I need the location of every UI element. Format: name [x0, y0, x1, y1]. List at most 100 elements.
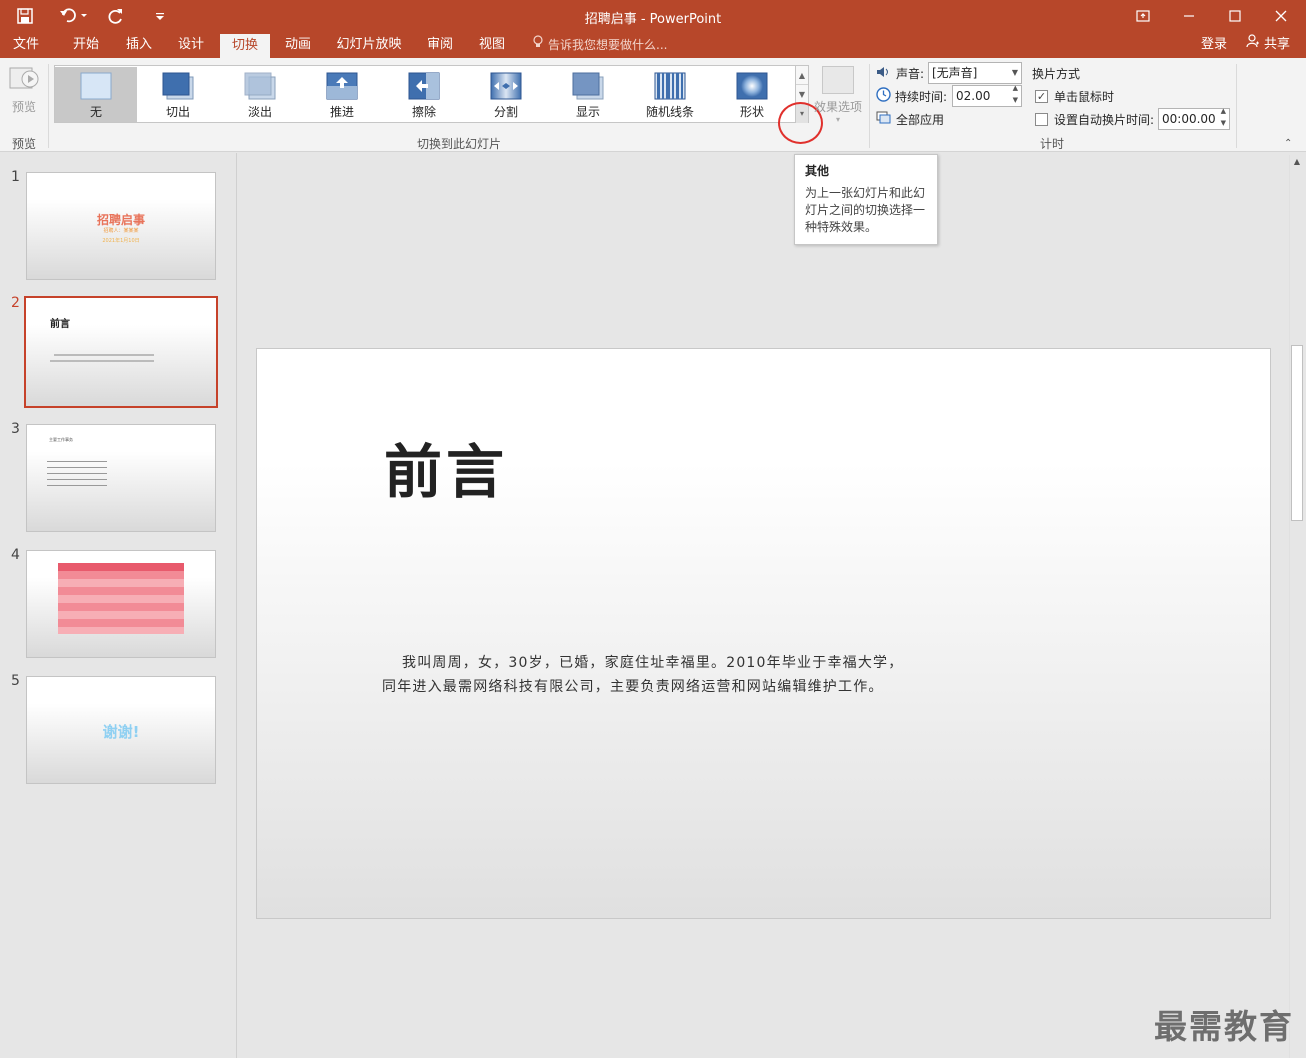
- transition-shape-icon: [736, 72, 768, 100]
- tab-animations[interactable]: 动画: [276, 32, 320, 58]
- tooltip-title: 其他: [805, 164, 830, 178]
- tab-insert[interactable]: 插入: [116, 32, 162, 58]
- thumb-text-line: [54, 354, 154, 356]
- redo-icon[interactable]: [104, 0, 128, 32]
- scroll-thumb[interactable]: [1291, 345, 1303, 521]
- slide-number: 2: [11, 295, 20, 311]
- auto-advance-time-input[interactable]: 00:00.00 ▲ ▼: [1158, 105, 1230, 130]
- auto-advance-checkbox[interactable]: 设置自动换片时间:: [1035, 110, 1154, 128]
- close-icon[interactable]: [1258, 0, 1304, 32]
- sound-label-row: 声音:: [876, 64, 924, 82]
- maximize-icon[interactable]: [1212, 0, 1258, 32]
- collapse-ribbon-icon[interactable]: ⌃: [1284, 138, 1292, 149]
- duration-value: 02.00: [956, 89, 991, 103]
- transition-fade-icon: [244, 72, 276, 100]
- duration-input[interactable]: 02.00 ▲ ▼: [952, 82, 1022, 107]
- on-click-label: 单击鼠标时: [1054, 89, 1115, 104]
- group-timing-label: 计时: [1039, 137, 1064, 151]
- group-transition-label: 切换到此幻灯片: [416, 137, 501, 151]
- transition-fade-label: 淡出: [247, 105, 272, 119]
- slide-thumbnail-4[interactable]: [26, 550, 216, 658]
- gallery-scroll-up-icon[interactable]: ▲: [796, 66, 808, 85]
- slide-body[interactable]: 我叫周周，女，30岁，已婚，家庭住址幸福里。2010年毕业于幸福大学， 同年进入…: [382, 651, 1022, 699]
- transition-push[interactable]: 推进: [301, 67, 383, 122]
- advance-title: 换片方式: [1032, 66, 1081, 81]
- undo-icon[interactable]: [56, 0, 90, 32]
- signin-link[interactable]: 登录: [1196, 32, 1232, 58]
- auto-advance-time-value: 00:00.00: [1162, 112, 1216, 126]
- slide-number: 3: [11, 421, 20, 437]
- transition-wipe[interactable]: 擦除: [383, 67, 465, 122]
- spinner-icon[interactable]: ▲ ▼: [1221, 105, 1226, 129]
- watermark: 最需教育: [1154, 1007, 1294, 1046]
- slide-canvas[interactable]: 前言 我叫周周，女，30岁，已婚，家庭住址幸福里。2010年毕业于幸福大学， 同…: [256, 348, 1271, 919]
- effect-options-icon: [822, 66, 854, 94]
- slide-title[interactable]: 前言: [384, 425, 508, 509]
- tab-file[interactable]: 文件: [4, 32, 48, 58]
- spinner-icon[interactable]: ▲ ▼: [1013, 82, 1018, 106]
- separator: [48, 64, 49, 148]
- speaker-icon: [876, 65, 892, 82]
- transition-cut-icon: [162, 72, 194, 100]
- transition-split-icon: [490, 72, 522, 100]
- lightbulb-icon: [532, 32, 544, 58]
- vertical-scrollbar[interactable]: ▲: [1289, 155, 1304, 1058]
- preview-button[interactable]: 预览: [6, 64, 42, 120]
- slide-thumbnail-5[interactable]: 谢谢!: [26, 676, 216, 784]
- tab-review[interactable]: 审阅: [418, 32, 462, 58]
- duration-label-row: 持续时间:: [876, 87, 947, 105]
- minimize-icon[interactable]: [1166, 0, 1212, 32]
- transition-none[interactable]: 无: [55, 67, 137, 122]
- chevron-down-icon: ▼: [1011, 68, 1018, 77]
- transition-none-icon: [80, 72, 112, 100]
- tab-view[interactable]: 视图: [470, 32, 514, 58]
- slide-thumbnail-1[interactable]: 招聘启事 招聘人：某某某 2021年1月10日: [26, 172, 216, 280]
- transition-reveal-icon: [572, 72, 604, 100]
- transition-push-icon: [326, 72, 358, 100]
- slide-body-line: 同年进入最需网络科技有限公司，主要负责网络运营和网站编辑维护工作。: [382, 679, 884, 695]
- window-title: 招聘启事 - PowerPoint: [584, 12, 722, 27]
- preview-label: 预览: [11, 100, 36, 114]
- customize-icon[interactable]: [152, 0, 168, 32]
- slide-number: 1: [11, 169, 20, 185]
- slide-thumbnail-2[interactable]: 前言: [24, 296, 218, 408]
- tab-design[interactable]: 设计: [168, 32, 214, 58]
- thumb-title: 谢谢!: [102, 723, 140, 741]
- title-bar: 招聘启事 - PowerPoint: [0, 0, 1306, 32]
- group-preview-label: 预览: [11, 137, 36, 151]
- tell-me-search[interactable]: 告诉我您想要做什么...: [532, 32, 667, 58]
- scroll-up-icon[interactable]: ▲: [1291, 157, 1303, 169]
- share-button[interactable]: 共享: [1238, 32, 1298, 58]
- apply-all-icon: [876, 111, 892, 128]
- transition-cut[interactable]: 切出: [137, 67, 219, 122]
- ribbon-display-icon[interactable]: [1120, 0, 1166, 32]
- slide-thumbnail-3[interactable]: 主要工作事务: [26, 424, 216, 532]
- transition-random-bars[interactable]: 随机线条: [629, 67, 711, 122]
- thumb-date: 2021年1月10日: [102, 238, 140, 244]
- transition-reveal[interactable]: 显示: [547, 67, 629, 122]
- effect-options-button[interactable]: 效果选项 ▾: [812, 64, 864, 126]
- tab-home[interactable]: 开始: [62, 32, 110, 58]
- tab-slideshow[interactable]: 幻灯片放映: [330, 32, 408, 58]
- separator: [1236, 64, 1237, 148]
- sound-select[interactable]: [无声音] ▼: [928, 62, 1022, 84]
- transition-push-label: 推进: [329, 105, 354, 119]
- on-click-checkbox[interactable]: ✓ 单击鼠标时: [1035, 87, 1114, 105]
- transition-fade[interactable]: 淡出: [219, 67, 301, 122]
- transition-wipe-label: 擦除: [411, 105, 436, 119]
- transition-reveal-label: 显示: [575, 105, 600, 119]
- tab-transitions[interactable]: 切换: [220, 34, 270, 58]
- sound-value: [无声音]: [932, 66, 978, 80]
- transition-split[interactable]: 分割: [465, 67, 547, 122]
- tooltip: 其他 为上一张幻灯片和此幻灯片之间的切换选择一种特殊效果。: [794, 154, 938, 245]
- thumb-title: 主要工作事务: [49, 437, 73, 442]
- apply-all-button[interactable]: 全部应用: [876, 110, 944, 128]
- thumb-table: [58, 563, 184, 634]
- ribbon-tabs: 文件 开始 插入 设计 切换 动画 幻灯片放映 审阅 视图 告诉我您想要做什么.…: [0, 32, 1306, 58]
- checkbox-unchecked-icon: [1035, 112, 1048, 126]
- transition-wipe-icon: [408, 72, 440, 100]
- save-icon[interactable]: [12, 0, 38, 32]
- transition-gallery: 无 切出 淡出 推进 擦除 分割 显示 随机线条 形状: [54, 65, 796, 123]
- tooltip-description: 为上一张幻灯片和此幻灯片之间的切换选择一种特殊效果。: [805, 186, 926, 234]
- share-label: 共享: [1263, 37, 1290, 52]
